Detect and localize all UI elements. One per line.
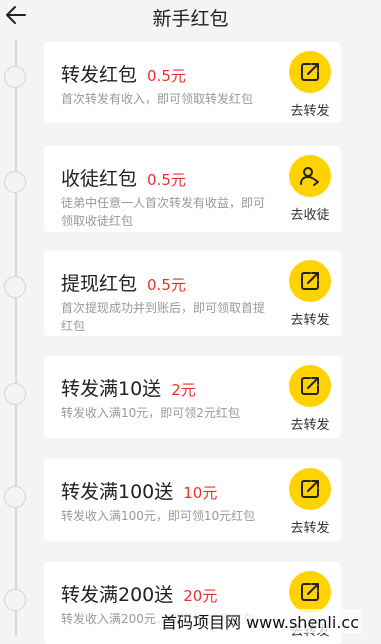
share-button-label: 去转发 (290, 521, 330, 536)
timeline-dot (4, 276, 26, 298)
task-description: 首次转发有收入，即可领取转发红包 (61, 92, 254, 106)
timeline-dot (4, 383, 26, 405)
task-name: 转发满10送 (61, 378, 162, 400)
share-icon (289, 571, 331, 613)
task-card: 转发满10送 2元 转发收入满10元，即可领2元红包 去转发 (44, 356, 341, 438)
timeline-dot (4, 589, 26, 611)
task-description: 转发收入满10元，即可领2元红包 (61, 406, 240, 420)
timeline-dot (4, 66, 26, 88)
task-name: 转发红包 (61, 64, 138, 86)
user-add-icon (289, 155, 331, 197)
share-button[interactable]: 去转发 (279, 51, 341, 119)
share-button-label: 去转发 (290, 104, 330, 119)
page-title: 新手红包 (152, 8, 229, 30)
share-icon (289, 365, 331, 407)
task-amount: 0.5元 (147, 276, 186, 294)
task-name: 转发满200送 (61, 584, 174, 606)
task-description: 首次提现成功并到账后，即可领取首提红包 (61, 301, 266, 333)
task-description: 转发收入满100元，即可领10元红包 (61, 509, 256, 523)
share-button-label: 去转发 (290, 313, 330, 328)
task-card: 转发红包 0.5元 首次转发有收入，即可领取转发红包 去转发 (44, 42, 341, 123)
task-name: 收徒红包 (61, 168, 138, 190)
share-icon (289, 51, 331, 93)
task-card: 提现红包 0.5元 首次提现成功并到账后，即可领取首提红包 去转发 (44, 251, 341, 336)
recruit-button[interactable]: 去收徒 (279, 155, 341, 223)
share-icon (289, 260, 331, 302)
task-amount: 20元 (183, 587, 218, 605)
header-bar: 新手红包 (0, 0, 381, 34)
task-name: 转发满100送 (61, 481, 174, 503)
recruit-button-label: 去收徒 (290, 208, 330, 223)
timeline-line (15, 40, 17, 636)
task-amount: 0.5元 (147, 171, 186, 189)
share-button[interactable]: 去转发 (279, 365, 341, 433)
task-amount: 10元 (183, 484, 218, 502)
task-card: 转发满100送 10元 转发收入满100元，即可领10元红包 去转发 (44, 459, 341, 541)
task-card: 收徒红包 0.5元 徒弟中任意一人首次转发有收益，即可领取收徒红包 去收徒 (44, 146, 341, 232)
watermark-text: 首码项目网 www.shenli.cc (158, 609, 362, 633)
share-button-label: 去转发 (290, 418, 330, 433)
share-icon (289, 468, 331, 510)
task-description: 徒弟中任意一人首次转发有收益，即可领取收徒红包 (61, 196, 266, 228)
timeline-dot (4, 171, 26, 193)
task-name: 提现红包 (61, 273, 138, 295)
share-button[interactable]: 去转发 (279, 260, 341, 328)
timeline-dot (4, 486, 26, 508)
share-button[interactable]: 去转发 (279, 468, 341, 536)
task-amount: 2元 (171, 381, 196, 399)
task-amount: 0.5元 (147, 67, 186, 85)
